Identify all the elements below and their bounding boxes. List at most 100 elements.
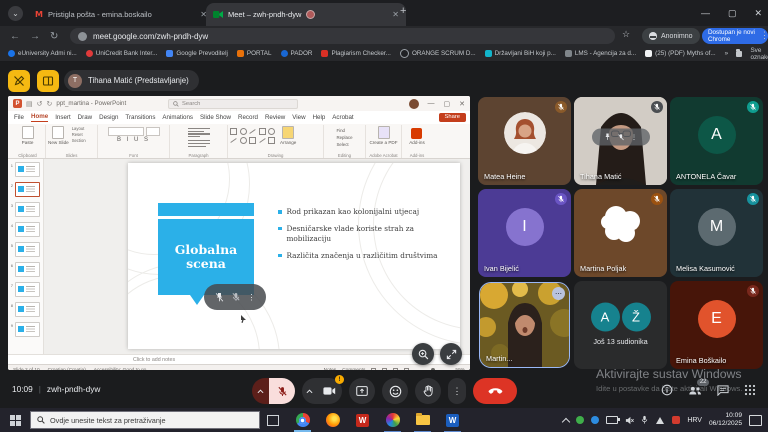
action-center-icon[interactable] xyxy=(749,415,762,426)
all-bookmarks-label[interactable]: Sve oznake xyxy=(750,47,768,61)
battery-icon[interactable] xyxy=(606,416,618,424)
rect-shape-icon[interactable] xyxy=(259,128,266,135)
bookmark-item[interactable]: PADOR xyxy=(281,50,313,57)
present-button[interactable] xyxy=(349,378,375,404)
participant-tile[interactable]: I Ivan Bijelić xyxy=(478,189,571,277)
participant-tile[interactable]: A ANTONELA Čavar xyxy=(670,97,763,185)
back-button[interactable]: ← xyxy=(10,31,20,42)
tab-meet[interactable]: Meet – zwh-pndh-dyw ✕ xyxy=(206,3,406,26)
fullscreen-presentation-button[interactable] xyxy=(440,343,462,365)
slideshow-view-icon[interactable] xyxy=(404,368,409,370)
onedrive-icon[interactable] xyxy=(591,416,599,424)
slide-thumbnail[interactable]: 3 xyxy=(11,202,40,217)
ellipse-shape-icon[interactable] xyxy=(240,128,247,135)
taskbar-media-app[interactable] xyxy=(384,408,401,432)
tray-expand-icon[interactable] xyxy=(562,417,570,425)
bookmark-item[interactable]: PORTAL xyxy=(237,50,272,57)
ppt-share-button[interactable]: Share xyxy=(439,113,466,122)
tray-app-icon[interactable] xyxy=(576,416,584,424)
line-shape-icon[interactable] xyxy=(249,128,256,135)
tray-alert-icon[interactable] xyxy=(672,416,680,424)
address-bar[interactable]: meet.google.com/zwh-pndh-dyw xyxy=(70,28,615,44)
save-icon[interactable]: ▤ xyxy=(26,100,33,108)
participant-tile[interactable]: Martina Poljak xyxy=(574,189,667,277)
end-call-button[interactable] xyxy=(473,378,517,404)
rect-shape-icon[interactable] xyxy=(249,137,256,144)
chrome-update-button[interactable]: Dostupan je novi Chrome xyxy=(702,28,768,44)
network-icon[interactable] xyxy=(655,416,665,425)
more-options-button[interactable]: ⋮ xyxy=(448,378,466,404)
volume-muted-icon[interactable] xyxy=(625,416,634,425)
self-tile-more-options-icon[interactable]: ⋯ xyxy=(552,287,565,300)
tile-more-options-icon[interactable]: ⋮ xyxy=(248,293,256,302)
ppt-tab-draw[interactable]: Draw xyxy=(78,114,92,121)
replace-button[interactable]: Replace xyxy=(336,135,352,140)
ppt-tab-home[interactable]: Home xyxy=(31,113,48,122)
taskbar-app-w[interactable]: W xyxy=(354,408,371,432)
ppt-maximize-button[interactable]: ▢ xyxy=(444,100,451,108)
unpin-icon[interactable] xyxy=(215,292,224,303)
mic-control[interactable] xyxy=(252,378,295,404)
slide-thumbnail[interactable]: 5 xyxy=(11,242,40,257)
arrange-button[interactable]: Arrange xyxy=(280,126,296,145)
start-button[interactable] xyxy=(0,408,30,432)
slide-canvas[interactable]: Globalna scena Rod prikazan kao kolonija… xyxy=(128,163,460,349)
line-shape-icon[interactable] xyxy=(259,137,266,144)
tray-mic-icon[interactable] xyxy=(641,415,648,425)
mic-options-chevron[interactable] xyxy=(252,378,269,404)
bookmark-item[interactable]: Plagiarism Checker... xyxy=(321,50,391,57)
taskbar-search-input[interactable]: Ovdje unesite tekst za pretraživanje xyxy=(30,411,260,429)
slide-thumbnail[interactable]: 6 xyxy=(11,262,40,277)
bookmark-star-icon[interactable]: ☆ xyxy=(622,29,630,40)
bookmark-item[interactable]: eUniversity Admi ni... xyxy=(8,50,77,57)
ppt-tab-record[interactable]: Record xyxy=(238,114,258,121)
slide-thumbnail-selected[interactable]: 2 xyxy=(11,182,40,197)
taskbar-word[interactable]: W xyxy=(444,408,461,432)
undo-icon[interactable]: ↺ xyxy=(37,100,43,108)
align-left-icon[interactable] xyxy=(188,128,210,137)
more-participants-tile[interactable]: A Ž Još 13 sudionika xyxy=(574,281,667,369)
task-view-button[interactable] xyxy=(260,415,286,426)
ppt-minimize-button[interactable]: — xyxy=(428,100,435,107)
ppt-tab-file[interactable]: File xyxy=(14,114,24,121)
forward-button[interactable]: → xyxy=(30,31,40,42)
new-tab-button[interactable]: + xyxy=(400,5,406,17)
addins-button[interactable]: Add-ins xyxy=(409,126,425,145)
ellipse-shape-icon[interactable] xyxy=(268,128,275,135)
whiteboard-button[interactable] xyxy=(37,70,59,92)
bookmark-item[interactable]: (25) (PDF) Myths of... xyxy=(645,50,716,57)
camera-options-chevron[interactable] xyxy=(302,378,316,404)
reload-button[interactable]: ↻ xyxy=(50,31,58,42)
activities-grid-icon[interactable] xyxy=(744,384,756,396)
mic-mute-button[interactable] xyxy=(269,378,295,404)
slide-thumbnail[interactable]: 8 xyxy=(11,302,40,317)
font-name-box[interactable] xyxy=(108,127,144,136)
new-slide-button[interactable]: New Slide xyxy=(48,126,69,145)
tile-hover-controls[interactable]: ⋮ xyxy=(592,129,650,146)
slide-thumbnail[interactable]: 7 xyxy=(11,282,40,297)
self-view-tile[interactable]: ⋯ Martin... xyxy=(480,283,569,367)
ppt-account-avatar[interactable] xyxy=(409,99,419,109)
slide-thumbnail[interactable]: 1 xyxy=(11,162,40,177)
slide-bullets[interactable]: Rod prikazan kao kolonijalni utjecaj Des… xyxy=(278,207,446,267)
window-maximize-button[interactable]: ▢ xyxy=(728,8,737,19)
font-size-box[interactable] xyxy=(146,127,160,136)
zoom-presentation-button[interactable] xyxy=(412,343,434,365)
slide-thumbnail[interactable]: 9 xyxy=(11,322,40,337)
bookmark-item[interactable]: Google Prevoditelj xyxy=(166,50,227,57)
reading-view-icon[interactable] xyxy=(393,368,398,370)
taskbar-file-explorer[interactable] xyxy=(414,408,431,432)
tab-gmail[interactable]: M Pristigla pošta - emina.boskailo ✕ xyxy=(28,3,214,26)
participant-tile[interactable]: M Melisa Kasumović xyxy=(670,189,763,277)
bookmark-item[interactable]: LMS - Agencija za d... xyxy=(565,50,636,57)
ppt-tab-help[interactable]: Help xyxy=(313,114,326,121)
taskbar-chrome[interactable] xyxy=(294,408,311,432)
normal-view-icon[interactable] xyxy=(371,368,376,370)
ppt-tab-acrobat[interactable]: Acrobat xyxy=(332,114,353,121)
taskbar-clock[interactable]: 10:09 06/12/2025 xyxy=(709,412,742,428)
notes-toggle[interactable]: Notes xyxy=(324,368,337,370)
redo-icon[interactable]: ↻ xyxy=(47,100,53,108)
chat-icon[interactable] xyxy=(717,385,729,396)
rect-shape-icon[interactable] xyxy=(268,137,275,144)
bookmark-item[interactable]: Državljani BiH koji p... xyxy=(485,50,556,57)
